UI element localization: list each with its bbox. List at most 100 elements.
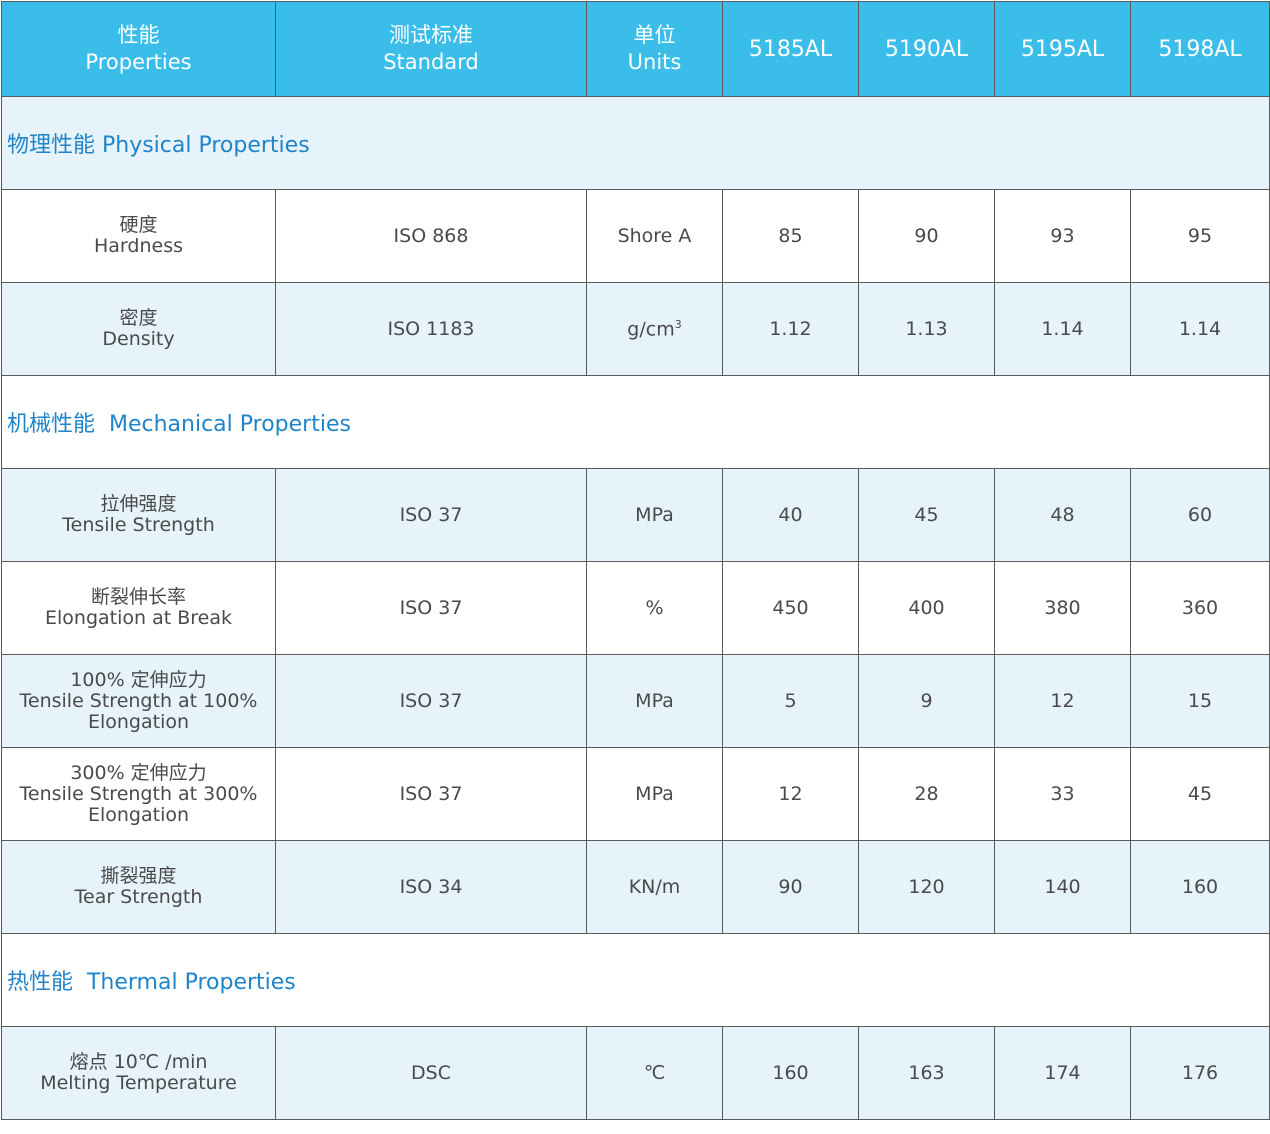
property-cell: 熔点 10℃ /min Melting Temperature (1, 1026, 276, 1120)
properties-table: 性能 Properties 测试标准 Standard 单位 Units 518… (1, 1, 1270, 1120)
value-cell: 1.14 (1130, 282, 1270, 376)
row-tensile-strength: 拉伸强度 Tensile Strength ISO 37 MPa 40 45 4… (1, 468, 1270, 562)
value-cell: 60 (1130, 468, 1270, 562)
value-cell: 120 (858, 840, 995, 934)
property-cn: 撕裂强度 (100, 865, 177, 887)
header-grade-5198al: 5198AL (1130, 1, 1270, 97)
value-cell: 40 (722, 468, 859, 562)
unit-cell: MPa (586, 654, 723, 748)
section-physical: 物理性能 Physical Properties (1, 96, 1270, 190)
property-cn: 300% 定伸应力 (70, 761, 207, 784)
property-cell: 拉伸强度 Tensile Strength (1, 468, 276, 562)
value-cell: 5 (722, 654, 859, 748)
value-cell: 28 (858, 747, 995, 841)
property-cn: 硬度 (119, 214, 158, 236)
value-cell: 380 (994, 561, 1131, 655)
header-grade-5190al: 5190AL (858, 1, 995, 97)
property-cn: 断裂伸长率 (90, 586, 186, 608)
value-cell: 360 (1130, 561, 1270, 655)
standard-cell: ISO 37 (275, 561, 587, 655)
property-cn: 100% 定伸应力 (70, 668, 207, 691)
value-cell: 45 (1130, 747, 1270, 841)
property-en: Elongation at Break (45, 607, 232, 629)
value-cell: 160 (1130, 840, 1270, 934)
section-title-thermal: 热性能 Thermal Properties (1, 933, 1270, 1027)
header-units: 单位 Units (586, 1, 723, 97)
value-cell: 93 (994, 189, 1131, 283)
header-grade-5185al: 5185AL (722, 1, 859, 97)
value-cell: 1.13 (858, 282, 995, 376)
section-thermal: 热性能 Thermal Properties (1, 933, 1270, 1027)
property-en: Tear Strength (74, 886, 203, 908)
standard-cell: ISO 1183 (275, 282, 587, 376)
property-en-line1: Tensile Strength at 100% (19, 689, 258, 712)
unit-cell: Shore A (586, 189, 723, 283)
value-cell: 160 (722, 1026, 859, 1120)
value-cell: 163 (858, 1026, 995, 1120)
row-tear-strength: 撕裂强度 Tear Strength ISO 34 KN/m 90 120 14… (1, 840, 1270, 934)
value-cell: 15 (1130, 654, 1270, 748)
property-cell: 硬度 Hardness (1, 189, 276, 283)
property-en: Density (102, 328, 175, 350)
standard-cell: ISO 37 (275, 654, 587, 748)
property-cell: 300% 定伸应力 Tensile Strength at 300% Elong… (1, 747, 276, 841)
header-standard-cn: 测试标准 (389, 23, 473, 47)
property-cell: 密度 Density (1, 282, 276, 376)
value-cell: 176 (1130, 1026, 1270, 1120)
section-title-mechanical: 机械性能 Mechanical Properties (1, 375, 1270, 469)
standard-cell: ISO 868 (275, 189, 587, 283)
property-en-line2: Elongation (87, 710, 190, 733)
value-cell: 45 (858, 468, 995, 562)
property-cn: 熔点 10℃ /min (69, 1051, 208, 1073)
value-cell: 90 (722, 840, 859, 934)
header-properties: 性能 Properties (1, 1, 276, 97)
value-cell: 48 (994, 468, 1131, 562)
property-en: Hardness (94, 235, 183, 257)
header-properties-cn: 性能 (117, 23, 160, 47)
property-cell: 撕裂强度 Tear Strength (1, 840, 276, 934)
value-cell: 1.14 (994, 282, 1131, 376)
value-cell: 95 (1130, 189, 1270, 283)
header-grade-5195al: 5195AL (994, 1, 1131, 97)
standard-cell: ISO 37 (275, 747, 587, 841)
unit-cell: g/cm3 (586, 282, 723, 376)
row-hardness: 硬度 Hardness ISO 868 Shore A 85 90 93 95 (1, 189, 1270, 283)
property-cell: 100% 定伸应力 Tensile Strength at 100% Elong… (1, 654, 276, 748)
property-cn: 密度 (119, 307, 158, 329)
section-mechanical: 机械性能 Mechanical Properties (1, 375, 1270, 469)
header-units-en: Units (627, 50, 682, 74)
unit-base: g/cm (627, 318, 675, 341)
header-properties-en: Properties (85, 50, 192, 74)
value-cell: 12 (994, 654, 1131, 748)
value-cell: 85 (722, 189, 859, 283)
unit-cell: % (586, 561, 723, 655)
section-title-physical: 物理性能 Physical Properties (1, 96, 1270, 190)
value-cell: 90 (858, 189, 995, 283)
property-en-line1: Tensile Strength at 300% (19, 782, 258, 805)
standard-cell: ISO 34 (275, 840, 587, 934)
header-standard-en: Standard (383, 50, 479, 74)
header-row: 性能 Properties 测试标准 Standard 单位 Units 518… (1, 1, 1270, 97)
unit-cell: KN/m (586, 840, 723, 934)
unit-cell: MPa (586, 468, 723, 562)
standard-cell: ISO 37 (275, 468, 587, 562)
row-density: 密度 Density ISO 1183 g/cm3 1.12 1.13 1.14… (1, 282, 1270, 376)
header-units-cn: 单位 (633, 23, 676, 47)
value-cell: 12 (722, 747, 859, 841)
unit-cell: MPa (586, 747, 723, 841)
row-elongation-at-break: 断裂伸长率 Elongation at Break ISO 37 % 450 4… (1, 561, 1270, 655)
property-en: Tensile Strength (62, 514, 215, 536)
row-melting-temperature: 熔点 10℃ /min Melting Temperature DSC ℃ 16… (1, 1026, 1270, 1120)
value-cell: 33 (994, 747, 1131, 841)
row-modulus-100: 100% 定伸应力 Tensile Strength at 100% Elong… (1, 654, 1270, 748)
value-cell: 1.12 (722, 282, 859, 376)
value-cell: 140 (994, 840, 1131, 934)
standard-cell: DSC (275, 1026, 587, 1120)
value-cell: 450 (722, 561, 859, 655)
property-en-line2: Elongation (87, 803, 190, 826)
unit-cell: ℃ (586, 1026, 723, 1120)
header-standard: 测试标准 Standard (275, 1, 587, 97)
unit-superscript: 3 (674, 317, 682, 331)
value-cell: 400 (858, 561, 995, 655)
row-modulus-300: 300% 定伸应力 Tensile Strength at 300% Elong… (1, 747, 1270, 841)
